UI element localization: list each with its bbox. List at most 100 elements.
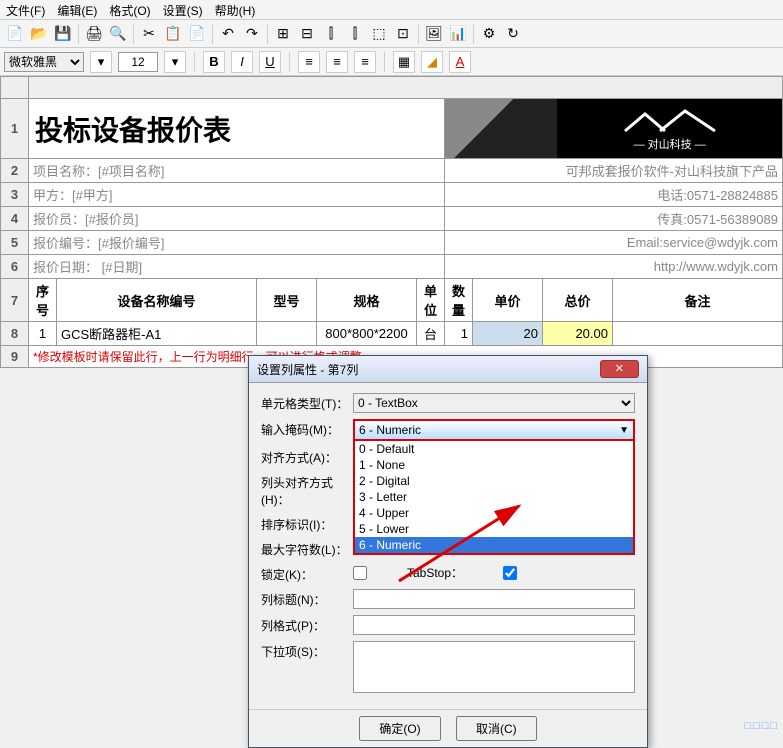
- col-header-seq[interactable]: 序号: [29, 279, 57, 322]
- cell-total[interactable]: 20.00: [543, 322, 613, 346]
- insert-row-icon[interactable]: ⊞: [272, 23, 294, 45]
- cell[interactable]: 传真:0571-56389089: [445, 207, 783, 231]
- mask-option[interactable]: 3 - Letter: [355, 489, 633, 505]
- close-icon[interactable]: ✕: [600, 360, 639, 378]
- row-header[interactable]: 7: [1, 279, 29, 322]
- undo-icon[interactable]: ↶: [217, 23, 239, 45]
- preview-icon[interactable]: 🔍: [107, 23, 129, 45]
- col-header-remark[interactable]: 备注: [613, 279, 783, 322]
- cell[interactable]: Email:service@wdyjk.com: [445, 231, 783, 255]
- align-left-icon[interactable]: ≡: [298, 51, 320, 73]
- font-name-select[interactable]: 微软雅黑: [4, 52, 84, 72]
- corner-cell[interactable]: [1, 77, 29, 99]
- mask-option[interactable]: 1 - None: [355, 457, 633, 473]
- cell-spec[interactable]: 800*800*2200: [317, 322, 417, 346]
- refresh-icon[interactable]: ↻: [502, 23, 524, 45]
- col-header-model[interactable]: 型号: [257, 279, 317, 322]
- cell[interactable]: http://www.wdyjk.com: [445, 255, 783, 279]
- cancel-button[interactable]: 取消(C): [456, 716, 537, 741]
- col-header-unit[interactable]: 单位: [417, 279, 445, 322]
- mask-selected: 6 - Numeric: [359, 423, 421, 437]
- align-center-icon[interactable]: ≡: [326, 51, 348, 73]
- delete-row-icon[interactable]: ⊟: [296, 23, 318, 45]
- cell[interactable]: 电话:0571-28824885: [445, 183, 783, 207]
- menu-help[interactable]: 帮助(H): [215, 2, 256, 17]
- settings-icon[interactable]: ⚙: [478, 23, 500, 45]
- cell[interactable]: 甲方：[#甲方]: [29, 183, 445, 207]
- dropdown-items-textarea[interactable]: [353, 641, 635, 693]
- font-size-input[interactable]: [118, 52, 158, 72]
- row-header[interactable]: 3: [1, 183, 29, 207]
- delete-col-icon[interactable]: ⫿: [344, 23, 366, 45]
- save-icon[interactable]: 💾: [52, 23, 74, 45]
- italic-button[interactable]: I: [231, 51, 253, 73]
- col-header-spec[interactable]: 规格: [317, 279, 417, 322]
- new-icon[interactable]: 📄: [4, 23, 26, 45]
- cell-price[interactable]: 20: [473, 322, 543, 346]
- print-icon[interactable]: 🖨: [83, 23, 105, 45]
- mask-option[interactable]: 5 - Lower: [355, 521, 633, 537]
- split-icon[interactable]: ⊡: [392, 23, 414, 45]
- row-header[interactable]: 9: [1, 346, 29, 368]
- cell-seq[interactable]: 1: [29, 322, 57, 346]
- mask-option[interactable]: 0 - Default: [355, 441, 633, 457]
- col-header-total[interactable]: 总价: [543, 279, 613, 322]
- cell[interactable]: 可邦成套报价软件-对山科技旗下产品: [445, 159, 783, 183]
- row-header[interactable]: 4: [1, 207, 29, 231]
- menu-bar: 文件(F) 编辑(E) 格式(O) 设置(S) 帮助(H): [0, 0, 783, 20]
- col-header-name[interactable]: 设备名称编号: [57, 279, 257, 322]
- insert-col-icon[interactable]: ⫿: [320, 23, 342, 45]
- tabstop-checkbox[interactable]: [503, 566, 517, 580]
- row-header[interactable]: 2: [1, 159, 29, 183]
- redo-icon[interactable]: ↷: [241, 23, 263, 45]
- dialog-titlebar[interactable]: 设置列属性 - 第7列 ✕: [249, 356, 647, 383]
- merge-icon[interactable]: ⬚: [368, 23, 390, 45]
- font-size-dropdown-icon[interactable]: ▾: [164, 51, 186, 73]
- cell-model[interactable]: [257, 322, 317, 346]
- col-header-qty[interactable]: 数量: [445, 279, 473, 322]
- col-header-price[interactable]: 单价: [473, 279, 543, 322]
- col-title-input[interactable]: [353, 589, 635, 609]
- menu-format[interactable]: 格式(O): [109, 2, 150, 17]
- open-icon[interactable]: 📂: [28, 23, 50, 45]
- col-format-input[interactable]: [353, 615, 635, 635]
- document-title[interactable]: 投标设备报价表: [29, 99, 445, 159]
- border-icon[interactable]: ▦: [393, 51, 415, 73]
- cell-remark[interactable]: [613, 322, 783, 346]
- menu-edit[interactable]: 编辑(E): [57, 2, 97, 17]
- cell[interactable]: 报价编号：[#报价编号]: [29, 231, 445, 255]
- bold-button[interactable]: B: [203, 51, 225, 73]
- copy-icon[interactable]: 📋: [162, 23, 184, 45]
- row-header[interactable]: 6: [1, 255, 29, 279]
- cell-unit[interactable]: 台: [417, 322, 445, 346]
- mask-option[interactable]: 4 - Upper: [355, 505, 633, 521]
- cell[interactable]: 报价员：[#报价员]: [29, 207, 445, 231]
- row-header[interactable]: 1: [1, 99, 29, 159]
- image-icon[interactable]: 🖼: [423, 23, 445, 45]
- lock-checkbox[interactable]: [353, 566, 367, 580]
- cell[interactable]: 报价日期： [#日期]: [29, 255, 445, 279]
- cell-qty[interactable]: 1: [445, 322, 473, 346]
- mask-option[interactable]: 2 - Digital: [355, 473, 633, 489]
- column-properties-dialog: 设置列属性 - 第7列 ✕ 单元格类型(T)： 0 - TextBox 输入掩码…: [248, 355, 648, 748]
- align-right-icon[interactable]: ≡: [354, 51, 376, 73]
- underline-button[interactable]: U: [259, 51, 281, 73]
- input-mask-dropdown[interactable]: 6 - Numeric▼ 0 - Default 1 - None 2 - Di…: [353, 419, 635, 441]
- chart-icon[interactable]: 📊: [447, 23, 469, 45]
- paste-icon[interactable]: 📄: [186, 23, 208, 45]
- cell-name[interactable]: GCS断路器柜-A1: [57, 322, 257, 346]
- fill-color-icon[interactable]: ◢: [421, 51, 443, 73]
- cell-type-select[interactable]: 0 - TextBox: [353, 393, 635, 413]
- ok-button[interactable]: 确定(O): [359, 716, 440, 741]
- font-dropdown-icon[interactable]: ▾: [90, 51, 112, 73]
- row-header[interactable]: 8: [1, 322, 29, 346]
- row-header[interactable]: 5: [1, 231, 29, 255]
- cell[interactable]: 项目名称：[#项目名称]: [29, 159, 445, 183]
- mask-option-selected[interactable]: 6 - Numeric: [355, 537, 633, 553]
- cut-icon[interactable]: ✂: [138, 23, 160, 45]
- menu-file[interactable]: 文件(F): [6, 2, 45, 17]
- tabstop-label: TabStop：: [407, 564, 463, 581]
- font-color-icon[interactable]: A: [449, 51, 471, 73]
- header-align-label: 列头对齐方式(H)：: [261, 472, 353, 508]
- menu-settings[interactable]: 设置(S): [163, 2, 203, 17]
